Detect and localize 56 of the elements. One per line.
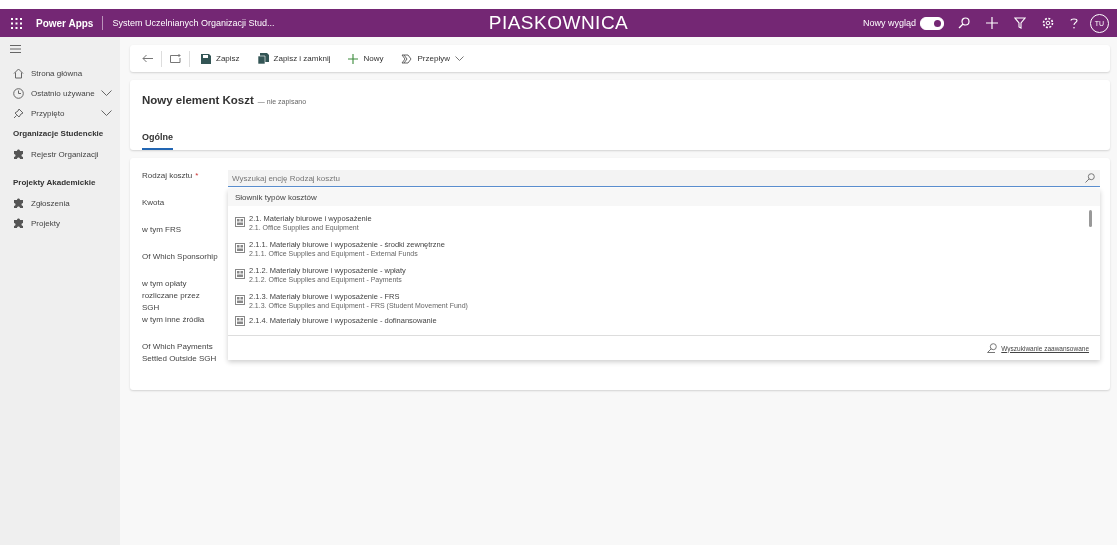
search-icon[interactable] (958, 17, 970, 29)
sidebar-item[interactable]: Strona główna (0, 63, 120, 83)
menu-icon[interactable] (10, 45, 21, 53)
search-icon (987, 343, 998, 353)
field-label: Of Which Payments Settled Outside SGH (142, 342, 217, 363)
plus-icon[interactable] (986, 17, 998, 29)
record-title: Nowy element Koszt (142, 94, 254, 106)
app-title[interactable]: System Uczelnianych Organizacji Stud... (112, 18, 275, 28)
record-icon (235, 243, 245, 253)
sidebar-item[interactable]: Przypięto (0, 103, 120, 123)
plus-icon (348, 53, 359, 64)
puzzle-icon (13, 217, 24, 229)
field-label: w tym inne źródła (142, 315, 205, 324)
new-look-toggle[interactable] (920, 16, 944, 30)
settings-icon[interactable] (1042, 17, 1054, 29)
puzzle-icon (13, 197, 24, 209)
field-label: Of Which Sponsorhip (142, 252, 218, 261)
sidebar-group-title: Projekty Akademickie (12, 178, 97, 187)
chevron-icon (454, 56, 464, 61)
chevron-icon (101, 110, 112, 116)
record-icon (235, 269, 245, 279)
toolbar-button[interactable]: Zapisz (198, 53, 243, 64)
chevron-icon (101, 90, 112, 96)
pin-icon (13, 107, 24, 119)
toolbar-button[interactable]: Nowy (345, 53, 387, 64)
toolbar-button[interactable]: Zapisz i zamknij (254, 53, 334, 64)
flow-icon (401, 53, 413, 64)
record-icon (235, 217, 245, 227)
popout-icon[interactable] (170, 54, 181, 63)
lookup-search-field[interactable]: Wyszukaj encję Rodzaj kosztu (228, 170, 1100, 187)
field-label: w tym FRS (142, 225, 182, 234)
environment-name: PIASKOWNICA (488, 12, 629, 34)
back-arrow-icon[interactable] (142, 54, 153, 63)
scrollbar-thumb[interactable] (1089, 210, 1092, 227)
record-icon (235, 316, 245, 326)
dropdown-title: Słownik typów kosztów (228, 189, 1100, 206)
sidebar-item[interactable]: Projekty (0, 213, 120, 233)
required-asterisk: * (195, 171, 199, 180)
help-icon[interactable] (1070, 17, 1078, 29)
sidebar-group-title: Organizacje Studenckie (12, 129, 105, 138)
filter-icon[interactable] (1014, 17, 1026, 29)
clock-icon (13, 87, 24, 99)
home-icon (13, 67, 24, 79)
app-launcher-icon[interactable] (11, 17, 22, 29)
tab[interactable]: Ogólne (142, 132, 173, 150)
puzzle-icon (13, 148, 24, 160)
toolbar-button[interactable]: Przepływ (398, 53, 467, 64)
field-label: Kwota (142, 198, 165, 207)
new-look-label: Nowy wygląd (862, 18, 916, 28)
search-icon[interactable] (1085, 173, 1095, 183)
field-label: Rodzaj kosztu (142, 171, 193, 180)
record-icon (235, 295, 245, 305)
sidebar-item[interactable]: Zgłoszenia (0, 193, 120, 213)
sidebar-item[interactable]: Ostatnio używane (0, 83, 120, 103)
sidebar-item[interactable]: Rejestr Organizacji (0, 144, 120, 164)
app-name[interactable]: Power Apps (36, 17, 94, 29)
